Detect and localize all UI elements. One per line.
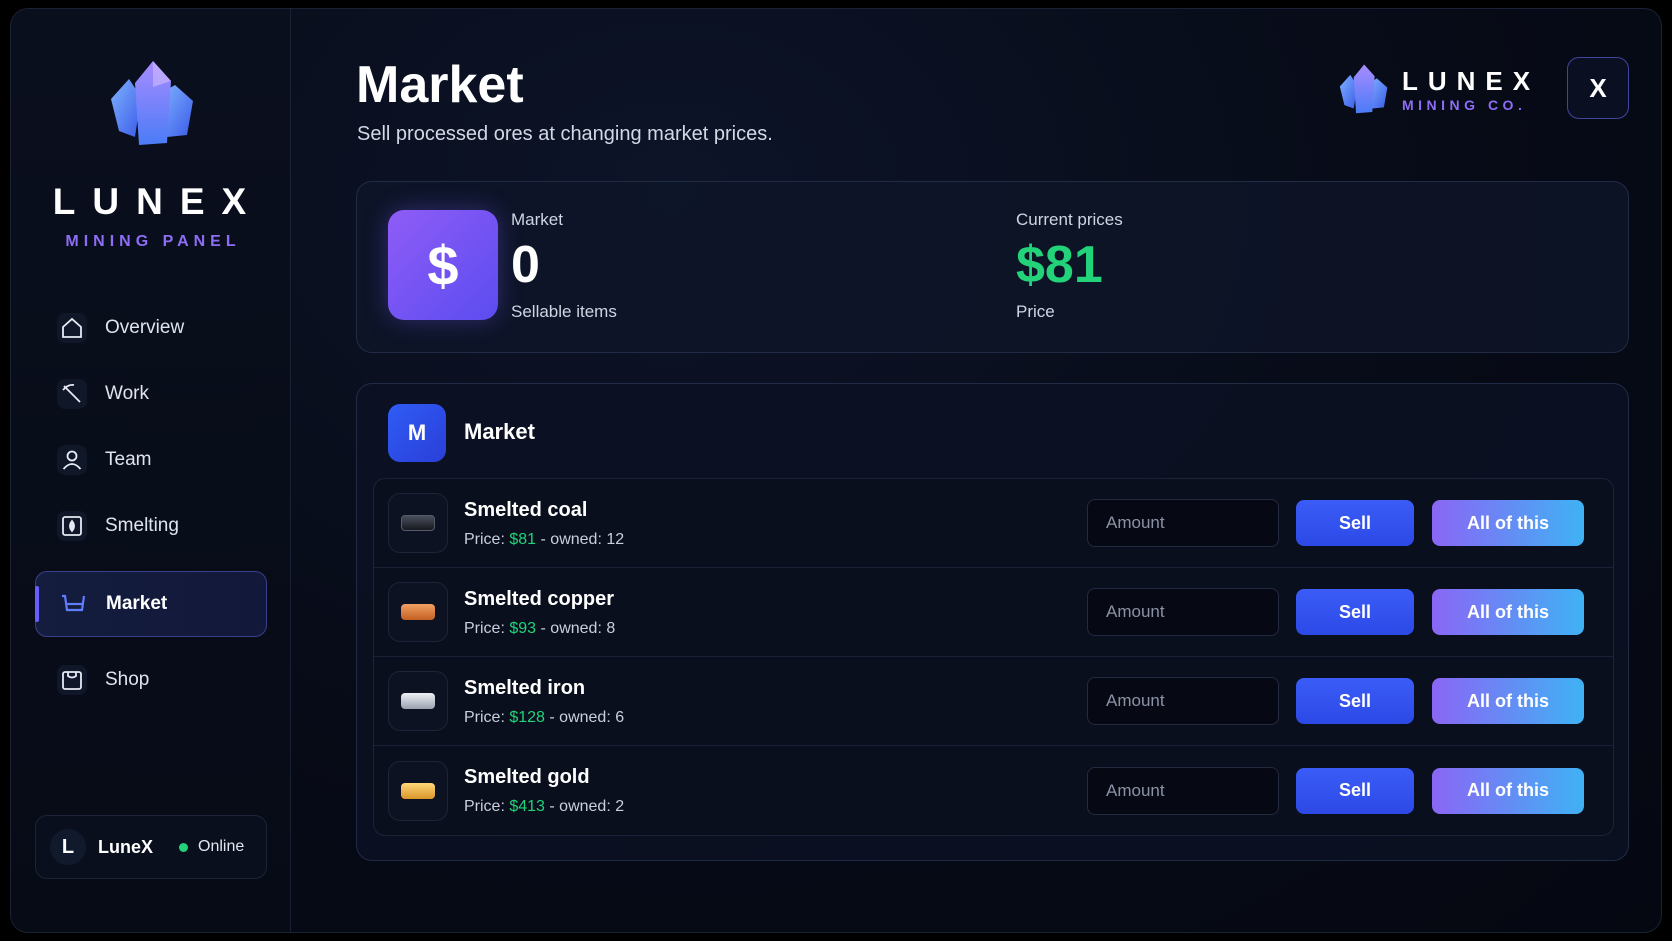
sidebar-item-team[interactable]: Team	[35, 427, 267, 493]
sidebar-item-smelting[interactable]: Smelting	[35, 493, 267, 559]
market-badge: M	[388, 404, 446, 462]
item-price: $128	[509, 709, 545, 726]
price-prefix: Price:	[464, 798, 505, 815]
ingot-bar	[401, 604, 435, 620]
stat-caption: Sellable items	[511, 302, 617, 321]
price-prefix: Price:	[464, 531, 505, 548]
dollar-icon: $	[388, 210, 498, 320]
sidebar-item-label: Work	[105, 383, 149, 404]
ingot-icon	[388, 671, 448, 731]
item-owned: 12	[606, 531, 625, 548]
sell-button[interactable]: Sell	[1296, 589, 1414, 635]
sidebar-item-label: Overview	[105, 317, 185, 338]
sell-button[interactable]: Sell	[1296, 500, 1414, 546]
item-meta: Price: $93 - owned: 8	[464, 620, 615, 638]
corner-logo: LUNEX MINING CO.	[1334, 61, 1540, 119]
furnace-icon	[57, 511, 87, 541]
list-item: Smelted copper Price: $93 - owned: 8 Sel…	[374, 568, 1613, 657]
ingot-bar	[401, 515, 435, 531]
item-name: Smelted coal	[464, 499, 588, 521]
page-subtitle: Sell processed ores at changing market p…	[357, 123, 773, 145]
sellable-stat: Market 0 Sellable items	[511, 210, 617, 322]
sell-all-button[interactable]: All of this	[1432, 767, 1584, 814]
sell-all-button[interactable]: All of this	[1432, 500, 1584, 546]
owned-prefix: - owned:	[540, 531, 602, 548]
item-price: $93	[509, 620, 537, 637]
ingot-icon	[388, 760, 448, 821]
user-icon	[57, 445, 87, 475]
sidebar-item-shop[interactable]: Shop	[35, 647, 267, 713]
stat-label: Current prices	[1016, 210, 1123, 229]
item-name: Smelted iron	[464, 677, 586, 699]
list-item: Smelted gold Price: $413 - owned: 2 Sell…	[374, 746, 1613, 835]
sidebar-item-market[interactable]: Market	[35, 571, 267, 637]
ingot-bar	[401, 693, 435, 709]
sidebar-nav: Overview Work Team Smelting Market Shop	[35, 295, 267, 713]
status-dot-icon	[179, 842, 189, 852]
sidebar-item-label: Smelting	[105, 515, 179, 536]
stat-value: 0	[511, 236, 540, 294]
bag-icon	[57, 665, 87, 695]
sidebar-item-label: Team	[105, 449, 152, 470]
user-card[interactable]: L LuneX Online	[35, 815, 267, 879]
item-name: Smelted gold	[464, 766, 590, 788]
ingot-icon	[388, 582, 448, 642]
market-title: Market	[464, 419, 535, 444]
ingot-icon	[388, 493, 448, 553]
corner-brand-title: LUNEX	[1402, 66, 1541, 96]
item-meta: Price: $128 - owned: 6	[464, 709, 624, 727]
status-text: Online	[198, 838, 245, 855]
page-title: Market	[356, 56, 524, 114]
owned-prefix: - owned:	[549, 798, 611, 815]
sell-button[interactable]: Sell	[1296, 767, 1414, 814]
amount-input[interactable]	[1087, 588, 1279, 636]
stats-card: $ Market 0 Sellable items Current prices…	[356, 181, 1629, 353]
item-owned: 2	[615, 798, 625, 815]
sidebar-item-work[interactable]: Work	[35, 361, 267, 427]
stat-caption: Price	[1016, 302, 1055, 321]
price-prefix: Price:	[464, 620, 505, 637]
owned-prefix: - owned:	[549, 709, 611, 726]
pickaxe-icon	[57, 379, 87, 409]
amount-input[interactable]	[1087, 499, 1279, 547]
crystal-logo-icon	[111, 61, 193, 145]
list-item: Smelted coal Price: $81 - owned: 12 Sell…	[374, 479, 1613, 568]
home-icon	[57, 313, 87, 343]
item-price: $81	[509, 531, 537, 548]
list-item: Smelted iron Price: $128 - owned: 6 Sell…	[374, 657, 1613, 746]
ingot-bar	[401, 782, 435, 799]
main-content: Market Sell processed ores at changing m…	[291, 9, 1661, 932]
brand-title: LUNEX	[52, 181, 264, 222]
stat-value: $81	[1016, 236, 1103, 294]
sell-button[interactable]: Sell	[1296, 678, 1414, 724]
corner-brand-subtitle: MINING CO.	[1402, 97, 1527, 113]
sidebar: LUNEX MINING PANEL Overview Work Team Sm…	[11, 9, 291, 932]
sell-all-button[interactable]: All of this	[1432, 589, 1584, 635]
price-stat: Current prices $81 Price	[1016, 210, 1123, 322]
sidebar-item-label: Market	[106, 593, 168, 614]
sidebar-item-overview[interactable]: Overview	[35, 295, 267, 361]
app-window: LUNEX MINING PANEL Overview Work Team Sm…	[10, 8, 1662, 933]
user-name: LuneX	[98, 836, 154, 857]
avatar: L	[50, 829, 86, 865]
item-owned: 6	[615, 709, 625, 726]
price-prefix: Price:	[464, 709, 505, 726]
item-meta: Price: $81 - owned: 12	[464, 531, 624, 549]
sell-all-button[interactable]: All of this	[1432, 678, 1584, 724]
stat-label: Market	[511, 210, 563, 229]
sidebar-item-label: Shop	[105, 669, 150, 690]
amount-input[interactable]	[1087, 677, 1279, 725]
market-card: M Market Smelted coal Price: $81 - owned…	[356, 383, 1629, 861]
item-owned: 8	[606, 620, 616, 637]
crystal-logo-icon	[1339, 64, 1388, 114]
market-list: Smelted coal Price: $81 - owned: 12 Sell…	[373, 478, 1614, 836]
cart-icon	[58, 589, 88, 619]
item-price: $413	[509, 798, 545, 815]
close-button[interactable]: X	[1567, 57, 1629, 119]
brand-subtitle: MINING PANEL	[65, 233, 241, 250]
item-name: Smelted copper	[464, 588, 615, 610]
amount-input[interactable]	[1087, 766, 1279, 815]
owned-prefix: - owned:	[540, 620, 602, 637]
item-meta: Price: $413 - owned: 2	[464, 798, 624, 816]
